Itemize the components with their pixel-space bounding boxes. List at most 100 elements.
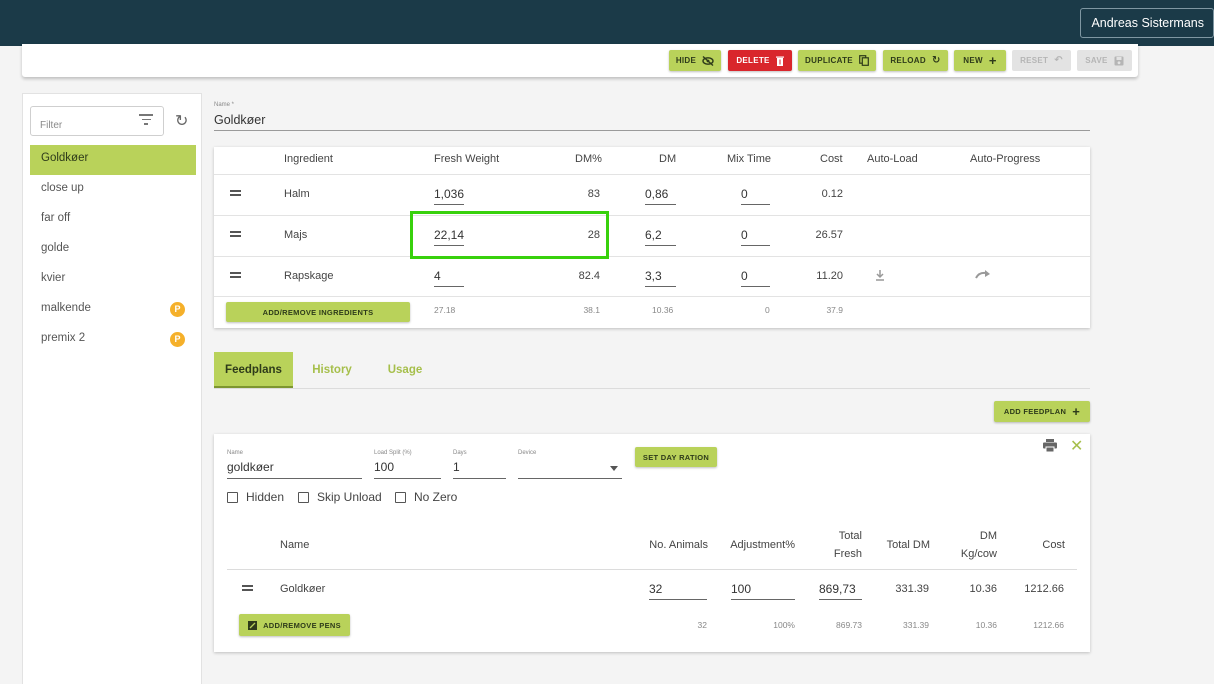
hide-button[interactable]: HIDE: [669, 50, 721, 71]
add-remove-pens-label: ADD/REMOVE PENS: [263, 620, 341, 630]
col-mix-time: Mix Time: [727, 153, 771, 165]
user-menu-button[interactable]: Andreas Sistermans: [1080, 8, 1214, 38]
add-feedplan-label: ADD FEEDPLAN: [1003, 407, 1067, 416]
filter-input[interactable]: Filter: [30, 106, 164, 136]
ingredient-name: Rapskage: [284, 270, 334, 282]
load-split-input[interactable]: 100: [374, 460, 441, 479]
dm-input[interactable]: 0,86: [645, 187, 676, 205]
ration-list-item[interactable]: far off: [30, 205, 196, 235]
ingredient-name: Halm: [284, 188, 310, 200]
ration-list-item[interactable]: kvier: [30, 265, 196, 295]
hidden-checkbox[interactable]: [227, 492, 238, 503]
dm-input[interactable]: 6,2: [645, 228, 676, 246]
add-feedplan-button[interactable]: ADD FEEDPLAN +: [994, 401, 1090, 422]
cost-value: 0.12: [821, 188, 843, 200]
pen-name: Goldkøer: [280, 583, 326, 595]
delete-button[interactable]: DELETE: [728, 50, 792, 71]
pen-cost-value: 1212.66: [1024, 583, 1064, 595]
adjustment-input[interactable]: 100: [731, 582, 795, 600]
ration-name-input[interactable]: Goldkøer: [214, 113, 265, 127]
divider: [227, 569, 1077, 570]
drag-handle-icon[interactable]: [230, 272, 241, 280]
device-select[interactable]: [518, 460, 622, 479]
refresh-list-icon[interactable]: ↻: [175, 111, 188, 131]
mix-time-input[interactable]: 0: [741, 187, 770, 205]
premix-badge: P: [170, 332, 185, 347]
save-button[interactable]: SAVE: [1077, 50, 1132, 71]
no-animals-input[interactable]: 32: [649, 582, 707, 600]
duplicate-button-label: DUPLICATE: [805, 56, 853, 65]
plus-icon: +: [1072, 404, 1081, 419]
total-mix-time: 0: [765, 305, 770, 315]
no-zero-checkbox-label: No Zero: [414, 490, 458, 504]
reload-button-label: RELOAD: [890, 56, 926, 65]
skip-unload-checkbox-label: Skip Unload: [317, 490, 382, 504]
ration-name-label: Name *: [214, 102, 235, 108]
reload-button[interactable]: RELOAD ↻: [883, 50, 948, 71]
ration-sidebar: Filter ↻ Goldkøer close up far off golde…: [22, 93, 202, 684]
mix-time-input[interactable]: 0: [741, 228, 770, 246]
add-remove-ingredients-button[interactable]: ADD/REMOVE INGREDIENTS: [226, 302, 410, 322]
add-remove-pens-button[interactable]: ADD/REMOVE PENS: [239, 614, 350, 636]
total-fresh-sum: 869.73: [836, 620, 862, 630]
col-total-dm: Total DM: [886, 539, 930, 551]
feedplan-card: Name goldkøer Load Split (%) 100 Days 1 …: [214, 434, 1090, 652]
tab-feedplans[interactable]: Feedplans: [214, 352, 293, 388]
col-total-fresh-line1: Total: [838, 530, 862, 542]
load-split-label: Load Split (%): [374, 450, 412, 456]
ration-list-item-label: golde: [41, 242, 70, 254]
new-button[interactable]: NEW +: [954, 50, 1006, 71]
fresh-weight-input[interactable]: 1,036: [434, 187, 464, 205]
ration-list-item[interactable]: malkende P: [30, 295, 196, 325]
ration-list-item[interactable]: golde: [30, 235, 196, 265]
duplicate-button[interactable]: DUPLICATE: [798, 50, 876, 71]
drag-handle-icon[interactable]: [230, 190, 241, 198]
col-fresh-weight: Fresh Weight: [434, 153, 500, 165]
no-zero-checkbox[interactable]: [395, 492, 406, 503]
undo-icon: ↶: [1054, 54, 1063, 66]
ration-list-item-label: kvier: [41, 272, 66, 284]
reset-button-label: RESET: [1020, 56, 1049, 65]
total-dm: 10.36: [652, 305, 674, 315]
total-adjustment: 100%: [773, 620, 795, 630]
ration-list-item[interactable]: premix 2 P: [30, 325, 196, 355]
dm-input[interactable]: 3,3: [645, 269, 676, 287]
col-dm-percent: DM%: [575, 153, 602, 165]
col-cost: Cost: [820, 153, 843, 165]
tab-bar: Feedplans History Usage: [214, 352, 1090, 389]
ration-list-item-label: far off: [41, 212, 71, 224]
copy-icon: [859, 55, 869, 66]
divider: [214, 256, 1090, 257]
filter-icon[interactable]: [139, 114, 153, 126]
hide-button-label: HIDE: [675, 56, 697, 65]
total-fresh: 27.18: [434, 305, 456, 315]
total-fresh-input[interactable]: 869,73: [819, 582, 862, 600]
col-total-fresh-line2: Fresh: [833, 548, 862, 560]
redo-arrow-icon[interactable]: [975, 270, 991, 280]
ration-list-item[interactable]: Goldkøer: [30, 145, 196, 175]
skip-unload-checkbox[interactable]: [298, 492, 309, 503]
reset-button[interactable]: RESET ↶: [1012, 50, 1071, 71]
dm-percent-value: 83: [587, 188, 600, 200]
ration-name-underline: [214, 130, 1090, 131]
days-input[interactable]: 1: [453, 460, 506, 479]
save-button-label: SAVE: [1085, 56, 1108, 65]
print-icon[interactable]: [1043, 439, 1057, 452]
app-header: Andreas Sistermans: [0, 0, 1214, 46]
ration-list-item[interactable]: close up: [30, 175, 196, 205]
dm-kgcow-value: 10.36: [969, 583, 997, 595]
fresh-weight-input[interactable]: 4: [434, 269, 464, 287]
set-day-ration-button[interactable]: SET DAY RATION: [635, 447, 717, 467]
close-icon[interactable]: ✕: [1070, 436, 1083, 456]
total-dm-sum: 331.39: [903, 620, 929, 630]
download-icon[interactable]: [875, 269, 885, 281]
action-toolbar: HIDE DELETE DUPLICATE RELOAD ↻ NEW + RES…: [22, 44, 1138, 77]
drag-handle-icon[interactable]: [242, 585, 253, 593]
tab-history[interactable]: History: [304, 352, 360, 388]
drag-handle-icon[interactable]: [230, 231, 241, 239]
feedplan-name-input[interactable]: goldkøer: [227, 460, 362, 479]
plus-icon: +: [988, 53, 997, 68]
tab-usage[interactable]: Usage: [379, 352, 431, 388]
mix-time-input[interactable]: 0: [741, 269, 770, 287]
col-no-animals: No. Animals: [649, 539, 708, 551]
